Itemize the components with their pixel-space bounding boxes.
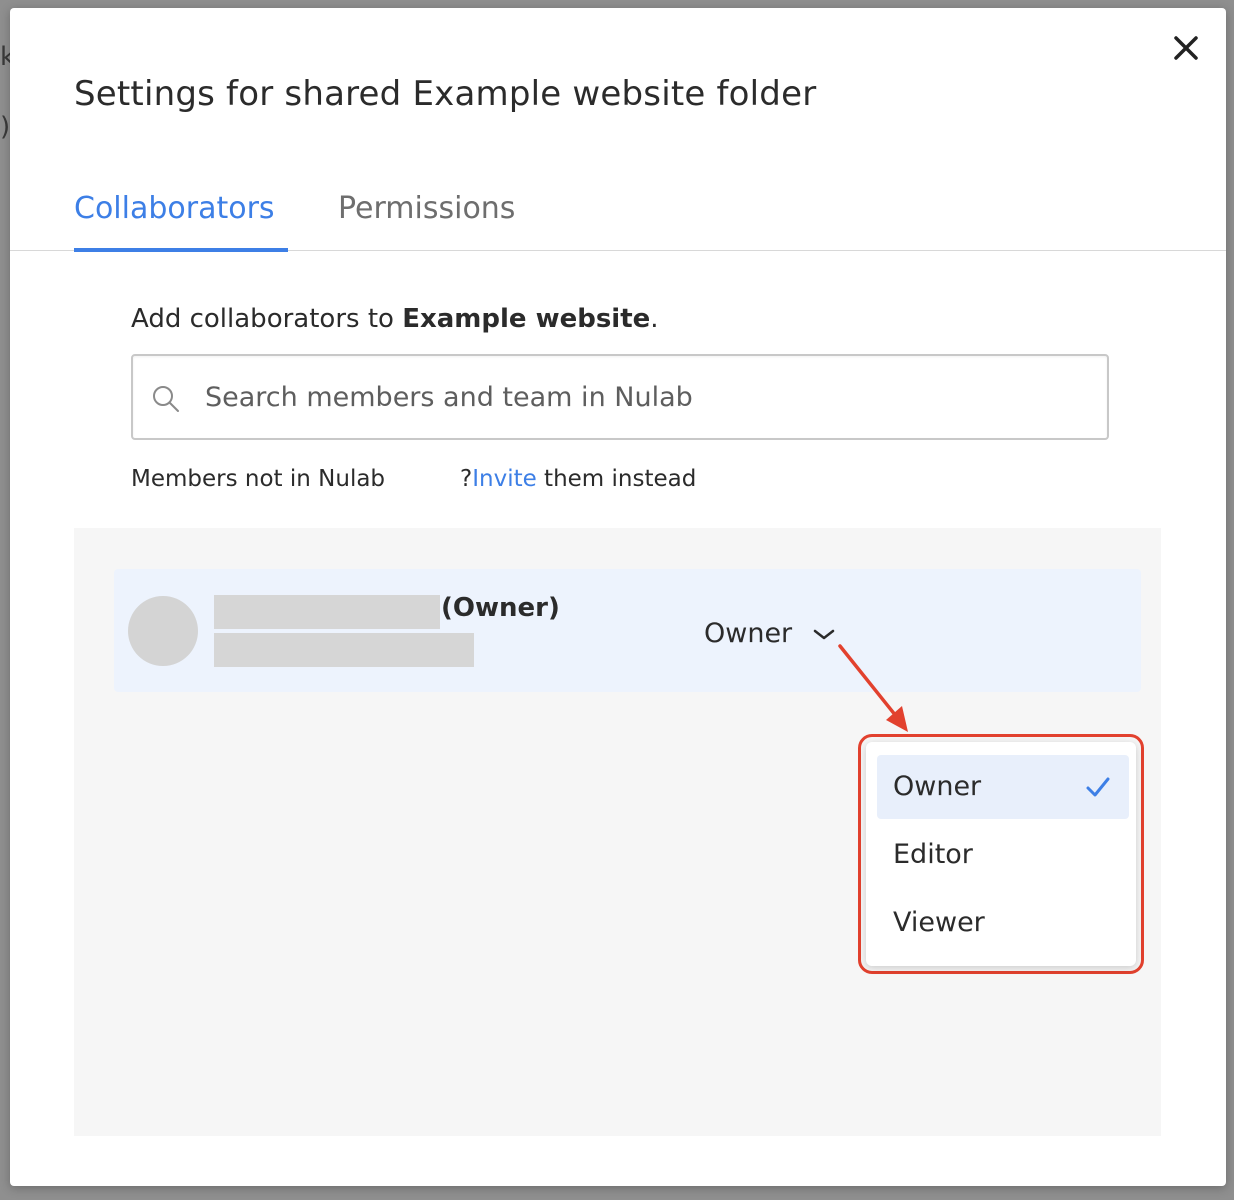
- add-collaborators-text: Add collaborators to Example website.: [131, 304, 659, 334]
- check-icon: [1086, 777, 1110, 797]
- tab-permissions[interactable]: Permissions: [338, 188, 515, 250]
- search-icon: [153, 386, 179, 412]
- annotation-arrow-icon: [838, 644, 908, 732]
- owner-tag: (Owner): [441, 593, 560, 623]
- role-dropdown[interactable]: Owner: [704, 613, 836, 653]
- role-option-label: Owner: [893, 771, 982, 802]
- add-collaborators-suffix: .: [650, 304, 659, 334]
- close-icon: [1174, 36, 1198, 60]
- role-option-label: Editor: [893, 839, 973, 870]
- invite-suffix: them instead: [536, 466, 697, 492]
- search-input[interactable]: [203, 372, 1087, 422]
- role-option-owner[interactable]: Owner: [877, 755, 1129, 819]
- avatar: [128, 596, 198, 666]
- members-not-in-nulab-text: Members not in Nulab: [131, 466, 386, 492]
- tab-bar: Collaborators Permissions: [10, 188, 1226, 252]
- search-field: [131, 354, 1109, 440]
- role-option-viewer[interactable]: Viewer: [877, 891, 1129, 955]
- folder-name: Example website: [402, 304, 651, 334]
- role-dropdown-value: Owner: [704, 617, 793, 649]
- invite-question-mark: ?: [460, 466, 473, 492]
- role-option-label: Viewer: [893, 907, 985, 938]
- add-collaborators-prefix: Add collaborators to: [131, 304, 403, 334]
- tab-collaborators[interactable]: Collaborators: [74, 188, 288, 252]
- settings-dialog: Settings for shared Example website fold…: [10, 8, 1226, 1186]
- collaborator-row: (Owner) Owner: [114, 569, 1141, 692]
- role-option-editor[interactable]: Editor: [877, 823, 1129, 887]
- dialog-title: Settings for shared Example website fold…: [74, 74, 817, 114]
- backdrop-fragment: ): [0, 112, 11, 142]
- invite-instead-text: ?Invite them instead: [460, 466, 696, 492]
- role-options-menu: Owner Editor Viewer: [866, 742, 1136, 966]
- invite-link[interactable]: Invite: [472, 466, 537, 492]
- redacted-email: [214, 633, 474, 667]
- redacted-name: [214, 595, 440, 629]
- close-button[interactable]: [1168, 30, 1204, 66]
